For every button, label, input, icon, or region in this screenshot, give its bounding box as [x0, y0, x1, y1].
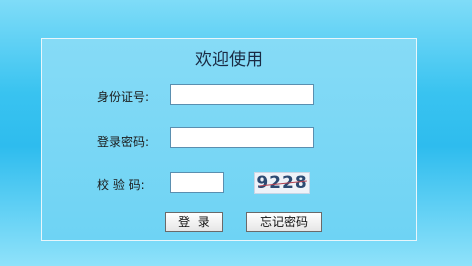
login-button[interactable]: 登 录: [165, 212, 223, 232]
welcome-title: 欢迎使用: [195, 50, 263, 70]
captcha-image[interactable]: 9228: [254, 172, 310, 194]
captcha-field[interactable]: [170, 172, 224, 194]
captcha-label: 校 验 码:: [97, 178, 145, 192]
password-field[interactable]: [170, 127, 314, 149]
password-label: 登录密码:: [97, 135, 150, 149]
id-number-label: 身份证号:: [97, 90, 150, 104]
forgot-password-button[interactable]: 忘记密码: [246, 212, 322, 232]
captcha-input[interactable]: [171, 174, 223, 194]
id-number-field[interactable]: [170, 84, 314, 106]
id-number-input[interactable]: [171, 86, 313, 106]
password-input[interactable]: [171, 129, 313, 149]
